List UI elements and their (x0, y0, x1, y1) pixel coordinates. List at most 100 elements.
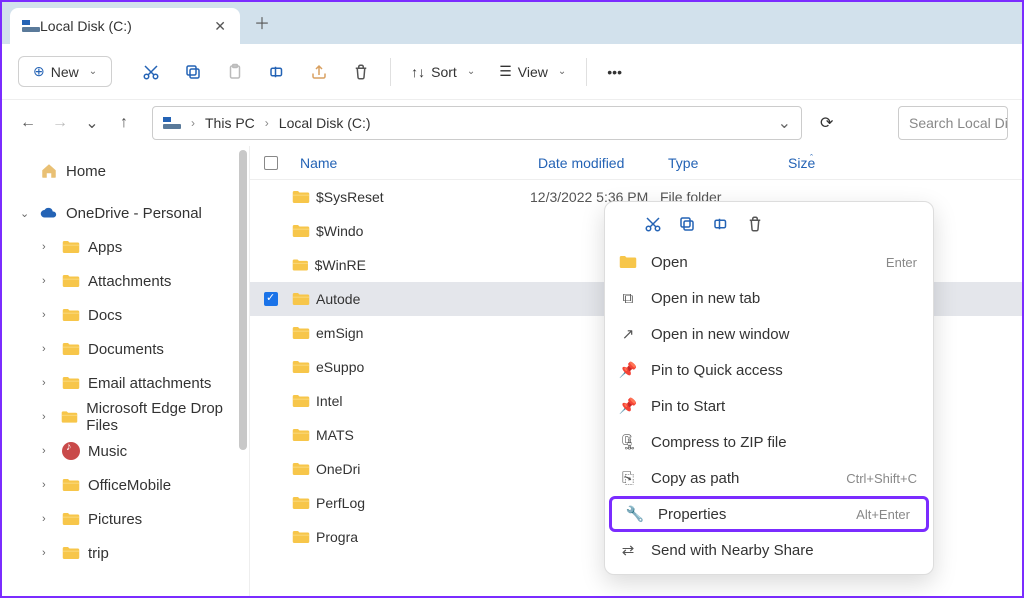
folder-icon (292, 190, 310, 204)
sort-button[interactable]: ↑↓ Sort ⌄ (401, 58, 485, 86)
sidebar-item[interactable]: › Attachments (2, 264, 249, 298)
sort-icon: ↑↓ (411, 64, 425, 80)
folder-icon (292, 394, 310, 408)
rename-button[interactable] (258, 57, 296, 87)
delete-button[interactable] (342, 57, 380, 87)
new-tab-button[interactable]: ＋ (254, 10, 270, 34)
chevron-right-icon[interactable]: › (42, 343, 54, 355)
column-size[interactable]: ˆSize (780, 155, 860, 171)
file-name: Progra (316, 529, 358, 545)
sidebar-item-label: OneDrive - Personal (66, 205, 202, 222)
plus-circle-icon: ⊕ (33, 63, 45, 80)
context-zip[interactable]: 🗜 Compress to ZIP file (605, 424, 933, 460)
sidebar-item-label: Attachments (88, 273, 171, 290)
rename-icon[interactable] (711, 214, 731, 234)
delete-icon[interactable] (745, 214, 765, 234)
navbar: ← → ⌄ ↑ › This PC › Local Disk (C:) ⌄ ⟳ … (2, 100, 1022, 146)
context-pin-quickaccess[interactable]: 📌 Pin to Quick access (605, 352, 933, 388)
chevron-right-icon[interactable]: › (42, 513, 54, 525)
folder-icon (292, 462, 310, 476)
breadcrumb[interactable]: This PC (205, 115, 255, 131)
paste-button[interactable] (216, 57, 254, 87)
search-input[interactable]: Search Local Disk (898, 106, 1008, 140)
properties-icon: 🔧 (624, 505, 646, 523)
sidebar-item-label: Docs (88, 307, 122, 324)
chevron-right-icon[interactable]: › (42, 547, 54, 559)
chevron-down-icon[interactable]: ⌄ (20, 207, 32, 220)
context-nearby-share[interactable]: ⇄ Send with Nearby Share (605, 532, 933, 568)
breadcrumb[interactable]: Local Disk (C:) (279, 115, 371, 131)
sidebar-item[interactable]: ›trip (2, 536, 249, 570)
sidebar-item[interactable]: ›Apps (2, 230, 249, 264)
sidebar-item[interactable]: › OfficeMobile (2, 468, 249, 502)
file-name: MATS (316, 427, 354, 443)
sidebar-item-label: Home (66, 163, 106, 180)
cloud-icon (40, 204, 58, 222)
file-name: OneDri (316, 461, 360, 477)
file-name: Autode (316, 291, 360, 307)
column-name[interactable]: Name (292, 155, 530, 171)
cut-button[interactable] (132, 57, 170, 87)
ctx-label: Open in new tab (651, 290, 760, 307)
sidebar-item[interactable]: › Docs (2, 298, 249, 332)
context-open-window[interactable]: ↗ Open in new window (605, 316, 933, 352)
sidebar-item[interactable]: ›Microsoft Edge Drop Files (2, 400, 249, 434)
folder-icon (61, 410, 78, 424)
view-button[interactable]: ☰ View ⌄ (489, 57, 576, 86)
titlebar: Local Disk (C:) ✕ ＋ (2, 2, 1022, 44)
share-button[interactable] (300, 57, 338, 87)
sidebar-onedrive[interactable]: ⌄ OneDrive - Personal (2, 196, 249, 230)
sidebar-item[interactable]: ›Documents (2, 332, 249, 366)
forward-button[interactable]: → (48, 114, 72, 132)
tab-title: Local Disk (C:) (40, 18, 132, 34)
close-tab-icon[interactable]: ✕ (214, 18, 226, 35)
chevron-right-icon[interactable]: › (42, 377, 54, 389)
sidebar-item-label: Music (88, 443, 127, 460)
sidebar-item-label: OfficeMobile (88, 477, 171, 494)
view-icon: ☰ (499, 63, 512, 80)
back-button[interactable]: ← (16, 114, 40, 132)
copy-icon[interactable] (677, 214, 697, 234)
refresh-button[interactable]: ⟳ (820, 113, 840, 133)
chevron-right-icon[interactable]: › (42, 479, 54, 491)
sidebar-item[interactable]: ›Email attachments (2, 366, 249, 400)
sidebar-item[interactable]: ›Pictures (2, 502, 249, 536)
sidebar-item[interactable]: › Music (2, 434, 249, 468)
select-all-checkbox[interactable] (264, 156, 278, 170)
cut-icon[interactable] (643, 214, 663, 234)
context-copy-path[interactable]: ⎘ Copy as path Ctrl+Shift+C (605, 460, 933, 496)
file-name: PerfLog (316, 495, 365, 511)
folder-icon (62, 342, 80, 356)
copy-button[interactable] (174, 57, 212, 87)
chevron-right-icon[interactable]: › (42, 275, 54, 287)
context-pin-start[interactable]: 📌 Pin to Start (605, 388, 933, 424)
scrollbar[interactable] (239, 150, 247, 450)
file-name: Intel (316, 393, 342, 409)
new-button[interactable]: ⊕ New ⌄ (18, 56, 112, 87)
column-type[interactable]: Type (660, 155, 780, 171)
context-open-tab[interactable]: ⧉ Open in new tab (605, 280, 933, 316)
folder-icon (292, 258, 309, 272)
folder-icon (292, 326, 310, 340)
copy-path-icon: ⎘ (617, 470, 639, 487)
chevron-down-icon[interactable]: ⌄ (778, 113, 791, 133)
context-properties[interactable]: 🔧 Properties Alt+Enter (609, 496, 929, 532)
context-open[interactable]: Open Enter (605, 244, 933, 280)
toolbar: ⊕ New ⌄ ↑↓ Sort ⌄ ☰ View ⌄ ••• (2, 44, 1022, 100)
address-bar[interactable]: › This PC › Local Disk (C:) ⌄ (152, 106, 802, 140)
chevron-right-icon[interactable]: › (42, 411, 53, 423)
sidebar-home[interactable]: Home (2, 154, 249, 188)
column-headers: Name Date modified Type ˆSize (250, 146, 1022, 180)
recent-button[interactable]: ⌄ (80, 113, 104, 133)
chevron-right-icon[interactable]: › (42, 445, 54, 457)
up-button[interactable]: ↑ (112, 114, 136, 132)
window-tab[interactable]: Local Disk (C:) ✕ (10, 8, 240, 44)
more-button[interactable]: ••• (597, 58, 632, 86)
column-date[interactable]: Date modified (530, 155, 660, 171)
chevron-right-icon[interactable]: › (42, 309, 54, 321)
chevron-right-icon[interactable]: › (42, 241, 54, 253)
folder-icon (62, 546, 80, 560)
row-checkbox[interactable] (264, 292, 278, 306)
pin-icon: 📌 (617, 361, 639, 379)
shortcut: Ctrl+Shift+C (846, 471, 917, 486)
